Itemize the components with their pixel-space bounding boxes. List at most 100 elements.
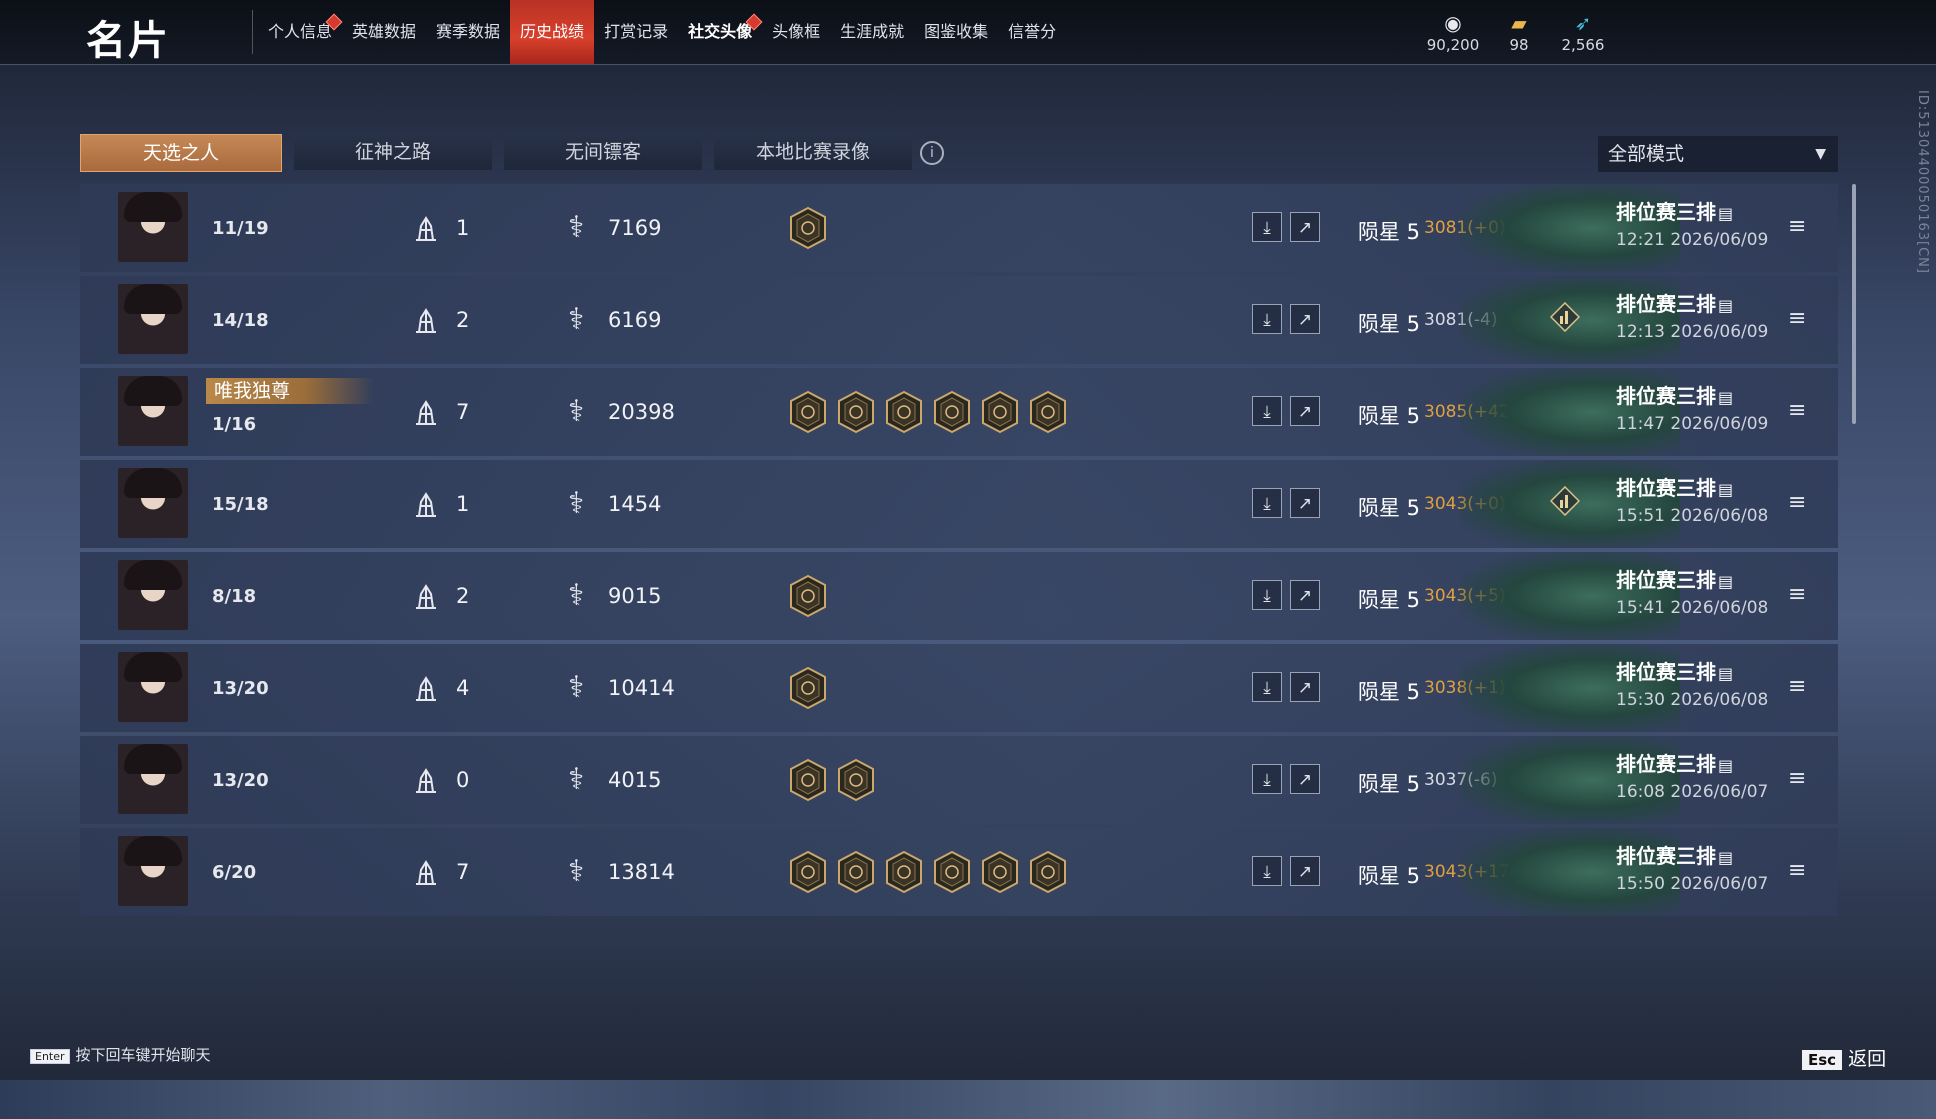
match-row[interactable]: 13/200⚕4015⤓↗陨星 53037(-6)排位赛三排▤16:08 202…: [80, 736, 1838, 824]
menu-icon[interactable]: ≡: [1788, 766, 1806, 791]
match-time: 15:51 2026/06/08: [1616, 506, 1769, 526]
download-button[interactable]: ⤓: [1252, 304, 1282, 334]
placement: 0: [456, 768, 470, 792]
tab-wujian[interactable]: 无间镖客: [504, 134, 702, 170]
nav-item-5[interactable]: 社交头像: [678, 0, 763, 64]
achievement-badge-icon[interactable]: [980, 850, 1020, 894]
mode-text: 排位赛三排: [1616, 752, 1716, 776]
chevron-down-icon: ▼: [1815, 146, 1826, 162]
achievement-badge-icon[interactable]: [788, 850, 828, 894]
download-button[interactable]: ⤓: [1252, 212, 1282, 242]
menu-icon[interactable]: ≡: [1788, 490, 1806, 515]
achievement-badge-icon[interactable]: [932, 850, 972, 894]
kda: 6/20: [212, 862, 257, 883]
share-button[interactable]: ↗: [1290, 488, 1320, 518]
achievement-badge-icon[interactable]: [788, 758, 828, 802]
download-button[interactable]: ⤓: [1252, 488, 1282, 518]
match-row[interactable]: 15/181⚕1454⤓↗陨星 53043(+0)排位赛三排▤15:51 202…: [80, 460, 1838, 548]
tab-tianxuan[interactable]: 天选之人: [80, 134, 282, 172]
match-time: 12:21 2026/06/09: [1616, 230, 1769, 250]
achievement-badge-icon[interactable]: [884, 390, 924, 434]
achievement-badge-icon[interactable]: [980, 390, 1020, 434]
match-row[interactable]: 11/191⚕7169⤓↗陨星 53081(+0)排位赛三排▤12:21 202…: [80, 184, 1838, 272]
nav-item-2[interactable]: 赛季数据: [426, 0, 510, 64]
placement-icon: [410, 672, 442, 704]
match-row[interactable]: 唯我独尊1/167⚕20398⤓↗陨星 53085(+42)排位赛三排▤11:4…: [80, 368, 1838, 456]
rank-label: 陨星 5: [1358, 312, 1421, 336]
match-row[interactable]: 6/207⚕13814⤓↗陨星 53043(+17)排位赛三排▤15:50 20…: [80, 828, 1838, 916]
nav-item-7[interactable]: 生涯成就: [830, 0, 914, 64]
scrollbar[interactable]: [1852, 184, 1856, 424]
nav-item-label: 信誉分: [1008, 22, 1057, 41]
menu-icon[interactable]: ≡: [1788, 398, 1806, 423]
download-button[interactable]: ⤓: [1252, 672, 1282, 702]
damage-icon: ⚕: [568, 578, 585, 613]
placement: 1: [456, 216, 470, 240]
menu-icon[interactable]: ≡: [1788, 214, 1806, 239]
mode-select[interactable]: 全部模式 ▼: [1598, 136, 1838, 172]
damage-icon: ⚕: [568, 854, 585, 889]
damage-icon: ⚕: [568, 670, 585, 705]
share-button[interactable]: ↗: [1290, 856, 1320, 886]
match-row[interactable]: 8/182⚕9015⤓↗陨星 53043(+5)排位赛三排▤15:41 2026…: [80, 552, 1838, 640]
player-id: ID:513044000501​63[CN]: [1915, 90, 1930, 274]
download-button[interactable]: ⤓: [1252, 764, 1282, 794]
achievement-badge-icon[interactable]: [836, 758, 876, 802]
rank-label: 陨星 5: [1358, 496, 1421, 520]
placement-icon: [410, 212, 442, 244]
nav-item-9[interactable]: 信誉分: [998, 0, 1066, 64]
nav-item-3[interactable]: 历史战绩: [510, 0, 595, 64]
menu-icon[interactable]: ≡: [1788, 306, 1806, 331]
achievement-badge-icon[interactable]: [788, 206, 828, 250]
damage: 1454: [608, 492, 662, 516]
share-button[interactable]: ↗: [1290, 212, 1320, 242]
tab-zhengshen[interactable]: 征神之路: [294, 134, 492, 170]
download-button[interactable]: ⤓: [1252, 396, 1282, 426]
achievement-badge-icon[interactable]: [788, 574, 828, 618]
damage: 4015: [608, 768, 662, 792]
download-button[interactable]: ⤓: [1252, 580, 1282, 610]
stats-icon[interactable]: [1549, 301, 1581, 333]
download-icon: ⤓: [1263, 494, 1271, 514]
info-icon[interactable]: i: [920, 141, 944, 165]
achievement-badge-icon[interactable]: [884, 850, 924, 894]
nav-item-6[interactable]: 头像框: [762, 0, 830, 64]
menu-icon[interactable]: ≡: [1788, 858, 1806, 883]
nav-item-4[interactable]: 打赏记录: [594, 0, 678, 64]
download-icon: ⤓: [1263, 586, 1271, 606]
placement: 7: [456, 860, 470, 884]
nav-item-0[interactable]: 个人信息: [258, 0, 343, 64]
share-button[interactable]: ↗: [1290, 764, 1320, 794]
menu-icon[interactable]: ≡: [1788, 582, 1806, 607]
share-button[interactable]: ↗: [1290, 396, 1320, 426]
top-bar: 名片 个人信息 英雄数据 赛季数据 历史战绩 打赏记录 社交头像 头像框 生涯成就 图鉴收集 信誉…: [0, 0, 1936, 65]
stats-icon[interactable]: [1549, 485, 1581, 517]
nav-item-label: 打赏记录: [604, 22, 669, 41]
nav-item-8[interactable]: 图鉴收集: [914, 0, 998, 64]
download-button[interactable]: ⤓: [1252, 856, 1282, 886]
match-row[interactable]: 13/204⚕10414⤓↗陨星 53038(+1)排位赛三排▤15:30 20…: [80, 644, 1838, 732]
share-button[interactable]: ↗: [1290, 672, 1320, 702]
mode-select-value: 全部模式: [1608, 143, 1685, 165]
achievement-badge-icon[interactable]: [788, 390, 828, 434]
share-button[interactable]: ↗: [1290, 580, 1320, 610]
achievement-badge-icon[interactable]: [836, 850, 876, 894]
achievement-badge-icon[interactable]: [1028, 850, 1068, 894]
nav-item-1[interactable]: 英雄数据: [342, 0, 426, 64]
esc-key-icon: Esc: [1802, 1050, 1843, 1070]
document-icon: ▤: [1718, 848, 1734, 867]
achievement-badge-icon[interactable]: [1028, 390, 1068, 434]
share-button[interactable]: ↗: [1290, 304, 1320, 334]
achievement-badge-icon[interactable]: [932, 390, 972, 434]
damage-icon: ⚕: [568, 394, 585, 429]
achievement-badge-icon[interactable]: [836, 390, 876, 434]
achievement-badge-icon[interactable]: [788, 666, 828, 710]
damage: 7169: [608, 216, 662, 240]
mode-label: 排位赛三排 ▤: [1616, 564, 1733, 593]
menu-icon[interactable]: ≡: [1788, 674, 1806, 699]
back-button[interactable]: Esc 返回: [1802, 1044, 1886, 1071]
top-nav: 个人信息 英雄数据 赛季数据 历史战绩 打赏记录 社交头像 头像框 生涯成就 图鉴收集 信誉分: [258, 0, 1066, 64]
tab-local-replay[interactable]: 本地比赛录像: [714, 134, 912, 170]
match-row[interactable]: 14/182⚕6169⤓↗陨星 53081(-4)排位赛三排▤12:13 202…: [80, 276, 1838, 364]
document-icon: ▤: [1718, 480, 1734, 499]
